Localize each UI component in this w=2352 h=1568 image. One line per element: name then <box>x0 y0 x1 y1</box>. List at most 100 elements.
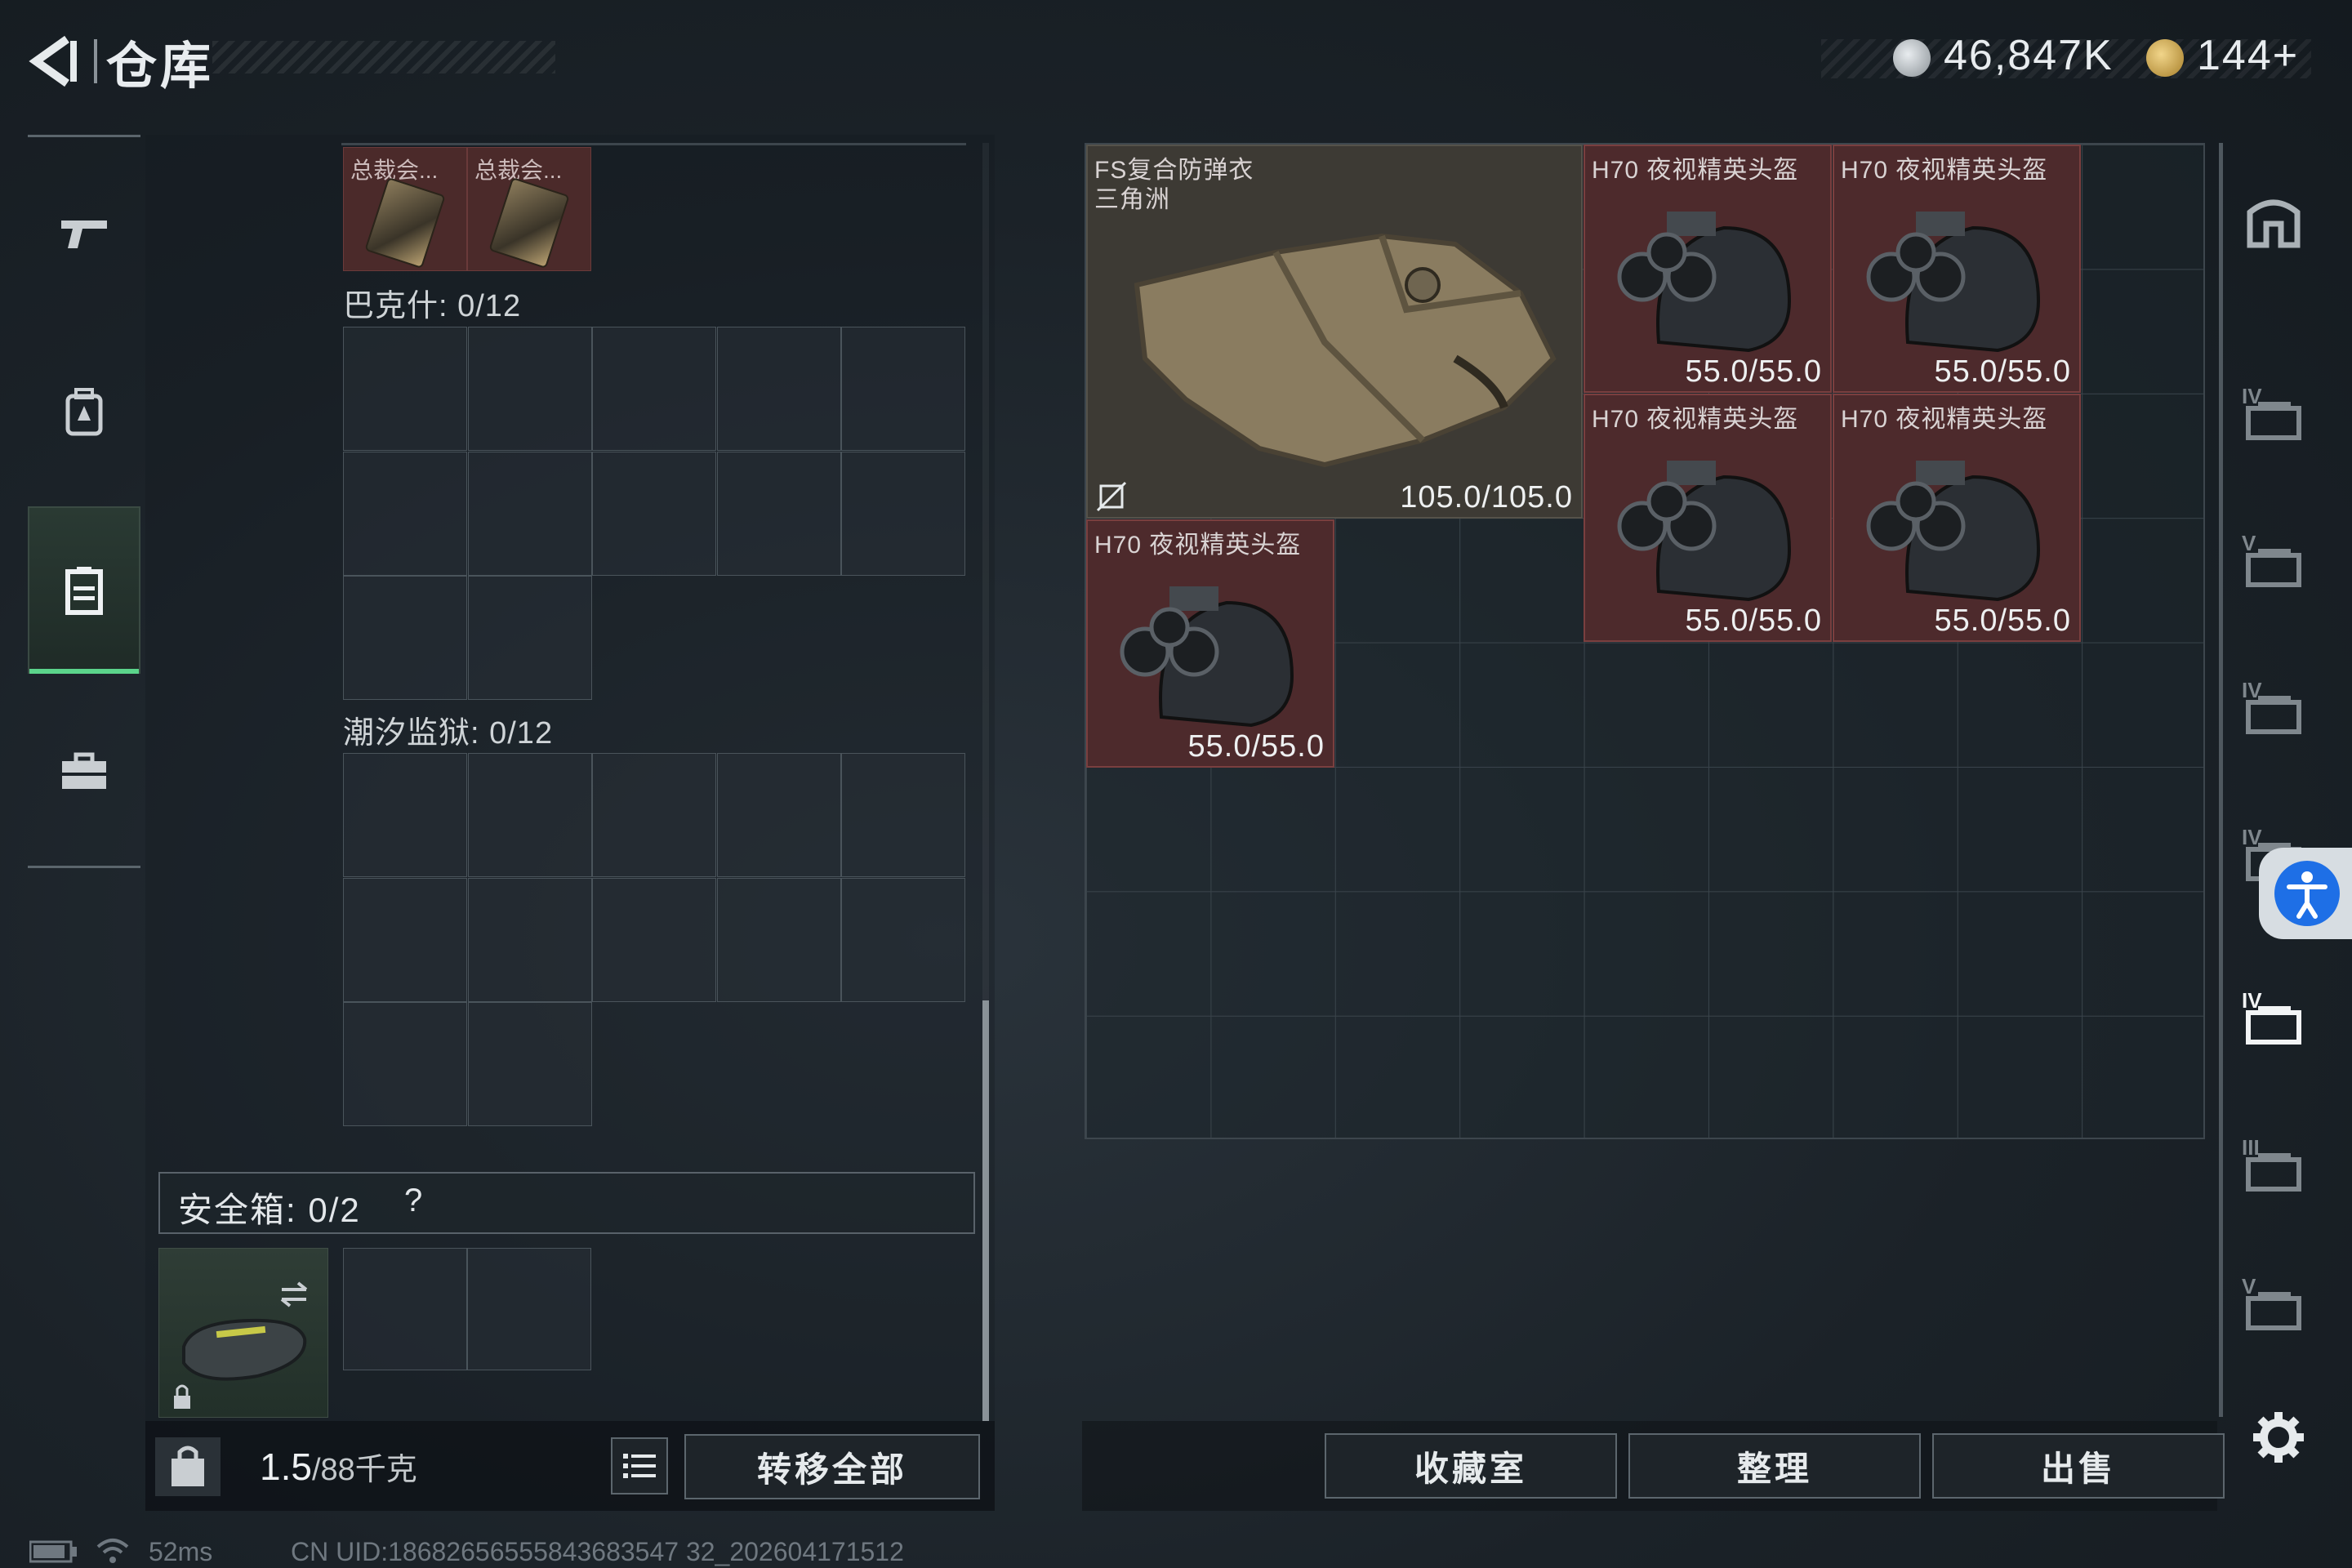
grid-slot[interactable] <box>716 451 841 576</box>
item-card[interactable]: 总裁会... <box>343 147 467 271</box>
grid-slot[interactable] <box>343 1002 467 1127</box>
helmet-icon <box>1866 461 2041 602</box>
weapon-icon <box>61 220 107 248</box>
item-helmet[interactable]: H70 夜视精英头盔 55.0/55.0 <box>1584 145 1832 393</box>
grid-slot[interactable] <box>716 753 841 877</box>
page-title: 仓库 <box>106 38 215 95</box>
grid-slot[interactable] <box>467 576 592 701</box>
panel-divider <box>341 143 966 145</box>
toolbox-icon <box>62 752 106 789</box>
item-helmet[interactable]: H70 夜视精英头盔 55.0/55.0 <box>1584 394 1832 642</box>
safe-case-icon <box>174 1281 308 1409</box>
grid-slot[interactable] <box>592 877 717 1002</box>
collection-room-button[interactable]: 收藏室 <box>1325 1433 1617 1499</box>
title-divider <box>94 39 97 83</box>
list-view-button[interactable] <box>611 1437 668 1494</box>
right-separator <box>2219 143 2223 1417</box>
helmet-icon <box>1120 586 1294 728</box>
weight-max: /88千克 <box>311 1453 417 1487</box>
grid-slot[interactable] <box>467 877 592 1002</box>
nav-storage[interactable] <box>28 506 140 674</box>
item-durability: 55.0/55.0 <box>1685 354 1822 389</box>
helmet-icon <box>1866 212 2041 353</box>
currency-gold[interactable]: 144+ <box>2197 31 2299 80</box>
weight-value: 1.5/88千克 <box>260 1444 417 1489</box>
scrollbar-thumb[interactable] <box>982 1000 989 1421</box>
section-label-tide-prison: 潮汐监狱: 0/12 <box>343 716 554 751</box>
storage-icon <box>65 566 103 615</box>
category-tab[interactable]: V <box>2242 1274 2305 1338</box>
grid-slot[interactable] <box>841 327 966 451</box>
item-durability: 105.0/105.0 <box>1400 480 1573 514</box>
item-card[interactable]: 总裁会... <box>467 147 591 271</box>
organize-button[interactable]: 整理 <box>1628 1433 1921 1499</box>
header-decoration <box>212 41 555 74</box>
settings-gear-icon[interactable] <box>2250 1409 2307 1466</box>
case-icon <box>2246 402 2301 440</box>
ping-text: 52ms <box>149 1537 213 1566</box>
grid-slot[interactable] <box>841 451 966 576</box>
case-icon <box>2246 549 2301 587</box>
safe-slot[interactable] <box>343 1248 467 1370</box>
grid-slot[interactable] <box>841 753 966 877</box>
weight-lock <box>155 1437 220 1496</box>
uid-text: CN UID:18682656555843683547 32_202604171… <box>291 1537 904 1566</box>
item-helmet[interactable]: H70 夜视精英头盔 55.0/55.0 <box>1833 394 2081 642</box>
keycard-icon <box>488 176 570 270</box>
nav-weapon[interactable] <box>28 151 140 314</box>
keycard-icon <box>364 176 446 270</box>
home-tab-icon[interactable] <box>2242 188 2305 252</box>
sell-button[interactable]: 出售 <box>1932 1433 2225 1499</box>
weight-current: 1.5 <box>260 1446 312 1488</box>
back-arrow-icon[interactable] <box>24 33 82 90</box>
no-insure-icon <box>1096 481 1127 512</box>
grid-slot[interactable] <box>841 877 966 1002</box>
safe-box-label: 安全箱: 0/2 <box>178 1191 361 1229</box>
grid-slot[interactable] <box>343 753 467 877</box>
left-nav <box>28 135 140 870</box>
category-tab[interactable]: III <box>2242 1135 2305 1199</box>
nav-toolbox[interactable] <box>28 690 140 853</box>
grid-slot[interactable] <box>467 451 592 576</box>
grid-slot[interactable] <box>592 327 717 451</box>
body-armor-icon <box>1134 233 1557 468</box>
helmet-icon <box>1617 461 1792 602</box>
item-helmet[interactable]: H70 夜视精英头盔 55.0/55.0 <box>1833 145 2081 393</box>
weight-icon <box>172 1446 204 1486</box>
grid-slot[interactable] <box>467 753 592 877</box>
case-icon <box>2246 1292 2301 1330</box>
backpack-icon <box>65 388 103 436</box>
item-helmet[interactable]: H70 夜视精英头盔 55.0/55.0 <box>1086 519 1334 768</box>
grid-slot[interactable] <box>467 1002 592 1127</box>
nav-backpack[interactable] <box>28 331 140 494</box>
grid-slot[interactable] <box>592 451 717 576</box>
item-durability: 55.0/55.0 <box>1934 604 2071 638</box>
grid-slot[interactable] <box>716 877 841 1002</box>
case-icon <box>2246 1153 2301 1192</box>
category-tab[interactable]: IV <box>2242 988 2305 1052</box>
case-icon <box>2246 696 2301 734</box>
grid-slot[interactable] <box>592 753 717 877</box>
category-tab[interactable]: V <box>2242 531 2305 595</box>
item-body-armor[interactable]: FS复合防弹衣 三角洲 105.0/105.0 <box>1086 145 1583 519</box>
transfer-all-button[interactable]: 转移全部 <box>684 1434 980 1499</box>
silver-coin-icon <box>1893 39 1931 77</box>
category-tab[interactable]: IV <box>2242 678 2305 742</box>
grid-slot[interactable] <box>343 451 467 576</box>
accessibility-icon[interactable] <box>2274 861 2340 926</box>
grid-slot[interactable] <box>343 327 467 451</box>
battery-icon <box>29 1540 77 1563</box>
grid-slot[interactable] <box>467 327 592 451</box>
case-icon <box>2246 1006 2301 1045</box>
grid-slot[interactable] <box>716 327 841 451</box>
safe-box-slot[interactable] <box>158 1248 328 1418</box>
grid-slot[interactable] <box>343 576 467 701</box>
safe-slot[interactable] <box>467 1248 591 1370</box>
currency-silver: 46,847K <box>1944 32 2114 79</box>
list-icon <box>623 1454 656 1478</box>
help-button[interactable]: ? <box>404 1183 422 1219</box>
item-durability: 55.0/55.0 <box>1187 729 1325 764</box>
grid-slot[interactable] <box>343 877 467 1002</box>
category-tab[interactable]: IV <box>2242 384 2305 448</box>
item-durability: 55.0/55.0 <box>1934 354 2071 389</box>
